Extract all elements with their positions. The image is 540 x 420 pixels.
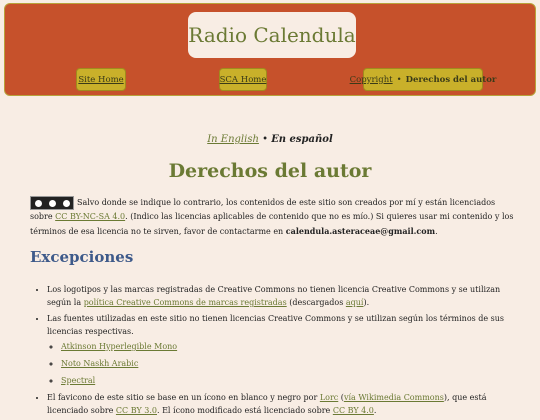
- nav-sca-home-link[interactable]: SCA Home: [220, 75, 267, 85]
- license-link[interactable]: CC BY-NC-SA 4.0: [55, 212, 125, 221]
- exceptions-heading: Excepciones: [30, 248, 134, 266]
- list-item: Las fuentes utilizadas en este sitio no …: [47, 312, 527, 387]
- cc-by-nc-sa-badge-icon: [30, 196, 74, 210]
- wikimedia-link[interactable]: vía Wikimedia Commons: [344, 393, 444, 402]
- font-list-item: Spectral: [61, 374, 527, 387]
- fonts-list: Atkinson Hyperlegible Mono Noto Naskh Ar…: [47, 340, 527, 387]
- item3-text-e: .: [373, 406, 377, 415]
- exceptions-list: Los logotipos y las marcas registradas d…: [35, 283, 527, 420]
- nav-copyright-button[interactable]: Copyright • Derechos del autor: [350, 68, 496, 91]
- lang-english-link[interactable]: In English: [207, 134, 259, 145]
- nav-site-home-link[interactable]: Site Home: [78, 75, 123, 85]
- intro-text-3: .: [435, 227, 438, 236]
- cc-trademark-policy-link[interactable]: política Creative Commons de marcas regi…: [84, 298, 287, 307]
- font-link-noto[interactable]: Noto Naskh Arabic: [61, 359, 138, 368]
- item3-text-d: . El ícono modificado está licenciado so…: [157, 406, 333, 415]
- nav-copyright-link[interactable]: Copyright: [350, 75, 393, 85]
- item3-text-a: El favicono de este sitio se base en un …: [47, 393, 320, 402]
- intro-paragraph: Salvo donde se indique lo contrario, los…: [30, 196, 515, 239]
- lorc-link[interactable]: Lorc: [320, 393, 338, 402]
- site-header: Radio Calendula Site Home SCA Home Copyr…: [4, 3, 536, 96]
- nav-separator: •: [396, 74, 402, 85]
- font-list-item: Atkinson Hyperlegible Mono: [61, 340, 527, 353]
- language-switcher: In English • En español: [0, 134, 540, 145]
- nav-derechos-label: Derechos del autor: [405, 74, 497, 85]
- cc-by-3-link[interactable]: CC BY 3.0: [116, 406, 157, 415]
- list-item: El favicono de este sitio se base en un …: [47, 391, 527, 417]
- item1-text-b: (descargados: [286, 298, 346, 307]
- nav-site-home-button[interactable]: Site Home: [76, 68, 126, 91]
- lang-separator: •: [262, 134, 268, 145]
- list-item: Los logotipos y las marcas registradas d…: [47, 283, 527, 309]
- item1-text-c: ).: [363, 298, 370, 307]
- font-list-item: Noto Naskh Arabic: [61, 357, 527, 370]
- site-title[interactable]: Radio Calendula: [188, 12, 356, 58]
- contact-email: calendula.asteraceae@gmail.com: [285, 226, 436, 236]
- page-title: Derechos del autor: [168, 160, 372, 182]
- font-link-spectral[interactable]: Spectral: [61, 376, 95, 385]
- download-here-link[interactable]: aquí: [346, 298, 364, 307]
- lang-spanish-current: En español: [271, 134, 333, 145]
- cc-by-4-link[interactable]: CC BY 4.0: [333, 406, 374, 415]
- nav-sca-home-button[interactable]: SCA Home: [219, 68, 267, 91]
- font-link-atkinson[interactable]: Atkinson Hyperlegible Mono: [61, 342, 177, 351]
- item2-text: Las fuentes utilizadas en este sitio no …: [47, 314, 505, 336]
